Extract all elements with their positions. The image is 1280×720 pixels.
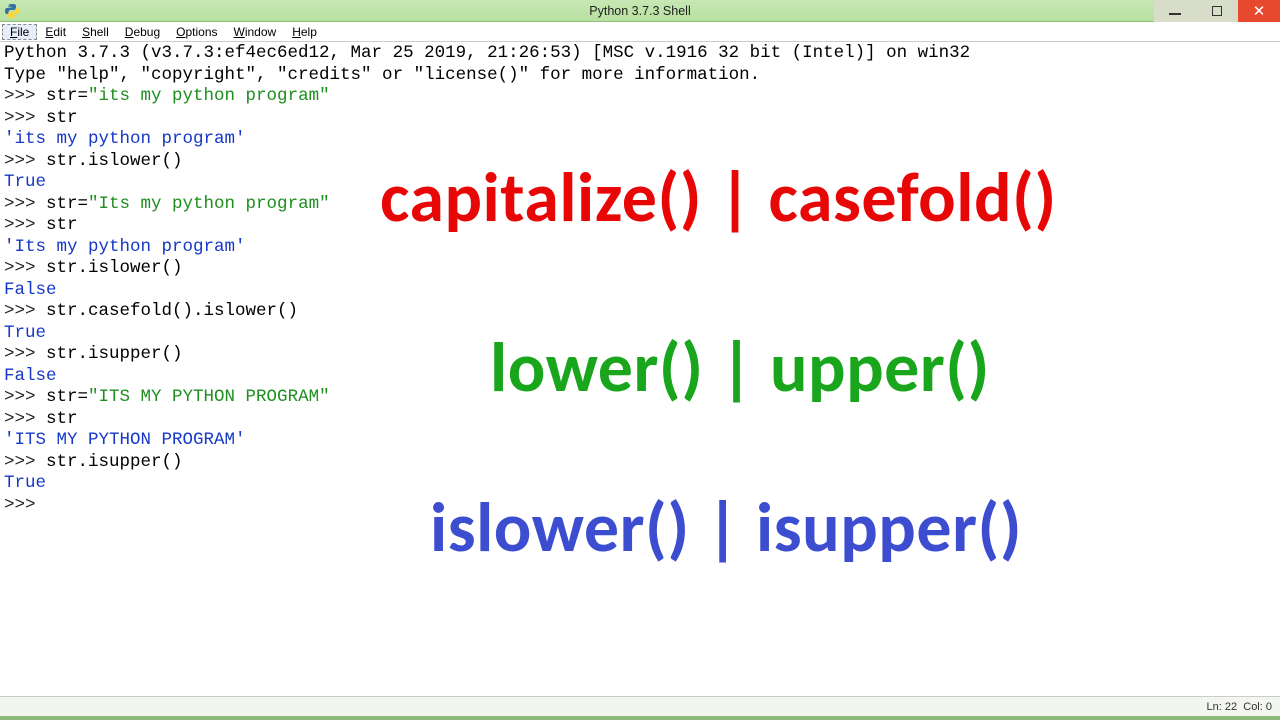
overlay-lower-upper: lower() | upper() xyxy=(490,332,990,402)
menu-item-options[interactable]: Options xyxy=(168,24,225,40)
close-button[interactable]: ✕ xyxy=(1238,0,1280,22)
statusbar: Ln: 22 Col: 0 xyxy=(0,696,1280,716)
menu-item-debug[interactable]: Debug xyxy=(117,24,168,40)
status-ln-label: Ln: xyxy=(1207,701,1222,713)
status-col-label: Col: xyxy=(1243,701,1263,713)
menu-item-file[interactable]: File xyxy=(2,24,37,40)
menu-item-help[interactable]: Help xyxy=(284,24,325,40)
menu-item-shell[interactable]: Shell xyxy=(74,24,117,40)
overlay-islower-isupper: islower() | isupper() xyxy=(430,492,1022,562)
shell-text[interactable]: Python 3.7.3 (v3.7.3:ef4ec6ed12, Mar 25 … xyxy=(4,43,1276,516)
bottom-strip xyxy=(0,716,1280,720)
maximize-button[interactable] xyxy=(1196,0,1238,22)
titlebar: Python 3.7.3 Shell ✕ xyxy=(0,0,1280,22)
window-controls: ✕ xyxy=(1154,0,1280,22)
status-ln-value: 22 xyxy=(1225,701,1237,713)
menu-item-edit[interactable]: Edit xyxy=(37,24,74,40)
shell-area[interactable]: Python 3.7.3 (v3.7.3:ef4ec6ed12, Mar 25 … xyxy=(0,42,1280,696)
menu-item-window[interactable]: Window xyxy=(226,24,285,40)
overlay-capitalize-casefold: capitalize() | casefold() xyxy=(380,162,1057,232)
python-icon xyxy=(4,3,20,19)
window-title: Python 3.7.3 Shell xyxy=(589,4,690,18)
menubar: FileEditShellDebugOptionsWindowHelp xyxy=(0,22,1280,42)
status-col-value: 0 xyxy=(1266,701,1272,713)
minimize-button[interactable] xyxy=(1154,0,1196,22)
